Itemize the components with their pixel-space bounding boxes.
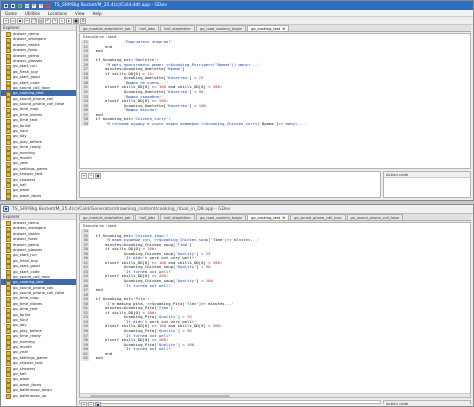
sidebar-item-go-bathhouse-up[interactable]: go_bathhouse_up [1, 393, 76, 400]
app-icon: ◆ [3, 206, 9, 212]
tab-label: go_cooking_test [251, 216, 281, 220]
title-bar[interactable]: ◆ ▪ ▸ ▭ ↶ ↷ × TS_SRP/Big Bucket/M_25.4(c… [1, 1, 473, 10]
image-icon[interactable]: ▣ [95, 173, 101, 179]
location-list: drawer_demo drawer_amalgam drawer_dashe dra… [1, 220, 76, 400]
menu-bar: Game Utilities Locations View Help [1, 10, 473, 17]
location-list: drawer_demo drawer_amalgam drawer_dashe dra… [1, 31, 76, 200]
window-title: TS_SRP/Big Bucket/M_25.4(c)/Cold/Generat… [12, 206, 231, 212]
window-title: TS_SRP/Big Bucket/M_25.4(c)/Cold.ddt.app… [54, 3, 167, 8]
tab-label: go_sound_phone_call_true [294, 216, 342, 220]
close-tab-icon[interactable]: ✖ [282, 216, 285, 220]
line-text: end [91, 287, 103, 293]
tab-label: go_road_cookery_begin [199, 216, 243, 220]
menu-view[interactable]: View [71, 11, 89, 16]
save-icon[interactable]: ▪ [10, 2, 16, 9]
horizontal-scrollbar[interactable] [80, 393, 470, 397]
undo-icon[interactable]: ↶ [31, 2, 37, 9]
tab-label: go_sound_phone_call_false [350, 216, 400, 220]
redo-icon[interactable]: ↷ [52, 17, 58, 24]
code-area[interactable]: 21 'Подсчитать энергия!' 22 end 23 end 24 25… [81, 40, 469, 167]
tab-label: hall_stepfather [164, 27, 191, 31]
app-icon: ◆ [3, 2, 9, 9]
tab-go-cooking-test[interactable]: go_cooking_test ✖ [247, 25, 290, 31]
tab-label: go_road_cookery_begin [199, 27, 243, 31]
explorer-panel: Explorer drawer_demo drawer_amalgam drawer… [1, 214, 77, 406]
close-icon[interactable]: × [45, 2, 51, 9]
editor-window-1: ◆ ▪ ▸ ▭ ↶ ↷ × TS_SRP/Big Bucket/M_25.4(c… [0, 0, 474, 201]
delete-action-icon[interactable]: − [88, 173, 94, 179]
line-text: end [91, 48, 103, 54]
new-file-icon[interactable]: + [3, 17, 9, 24]
line-text: 'Я готовлю курицу в соусе карри примерно… [105, 120, 307, 126]
sidebar-item-go-bathhouse-down[interactable]: go_bathhouse_down [1, 198, 76, 200]
action-code-title: Action code [384, 401, 470, 406]
tab-label: go_cooking_test [251, 27, 281, 31]
open-folder-icon[interactable]: ▭ [10, 17, 16, 24]
scrollbar-thumb[interactable] [90, 394, 230, 397]
add-action-icon[interactable]: + [81, 402, 87, 406]
tab-label: hall_jobs [139, 216, 156, 220]
toolbar: + ▭ ▪ ✂ ❐ ▤ ↶ ↷ ⌕ ▸ ■ ⚙ [1, 17, 473, 25]
tab-go-sound-phone-call-true[interactable]: go_sound_phone_call_true [290, 214, 346, 220]
action-code-title: Action code [384, 172, 470, 178]
title-bar[interactable]: ◆ TS_SRP/Big Bucket/M_25.4(c)/Cold/Gener… [1, 205, 473, 214]
menu-utilities[interactable]: Utilities [21, 11, 44, 16]
save-icon[interactable]: ▪ [17, 17, 23, 24]
play-icon[interactable]: ▸ [66, 17, 72, 24]
settings-icon[interactable]: ⚙ [80, 17, 86, 24]
tab-go-sound-phone-call-false[interactable]: go_sound_phone_call_false [346, 214, 404, 220]
tab-hall-jobs[interactable]: hall_jobs [135, 25, 160, 31]
tab-label: hall_stepfather [164, 216, 191, 220]
actions-panel: + − ▣ [79, 171, 381, 198]
code-area[interactable]: 34 35 if $cooking_ext='Chicken_soup': 36 '… [81, 229, 469, 396]
tab-go-module-stepfather-job[interactable]: go_module_stepfather_job [79, 214, 135, 220]
menu-game[interactable]: Game [1, 11, 21, 16]
close-tab-icon[interactable]: ✖ [282, 27, 285, 31]
explorer-panel: Explorer drawer_demo drawer_amalgam drawer… [1, 25, 77, 200]
line-number: 39 [81, 121, 89, 127]
menu-locations[interactable]: Locations [44, 11, 71, 16]
main-area: go_module_stepfather_job hall_jobs hall_st… [79, 25, 471, 198]
location-tabs: go_module_stepfather_job hall_jobs hall_st… [79, 25, 471, 32]
search-icon[interactable]: ⌕ [59, 17, 65, 24]
code-line[interactable]: 39 'Я готовлю курицу в соусе карри приме… [81, 120, 469, 127]
tab-label: hall_jobs [139, 27, 156, 31]
tab-go-cooking-test[interactable]: go_cooking_test ✖ [247, 214, 290, 220]
bottom-panels: + − ▣ Action code [79, 171, 471, 198]
paste-icon[interactable]: ▤ [38, 17, 44, 24]
undo-icon[interactable]: ↶ [45, 17, 51, 24]
main-area: go_module_stepfather_job hall_jobs hall_st… [79, 214, 471, 406]
tab-hall-jobs[interactable]: hall_jobs [135, 214, 160, 220]
action-code-panel[interactable]: Action code [383, 171, 471, 198]
redo-icon[interactable]: ↷ [38, 2, 44, 9]
add-action-icon[interactable]: + [81, 173, 87, 179]
line-number: 62 [81, 356, 89, 361]
location-tabs: go_module_stepfather_job hall_jobs hall_st… [79, 214, 471, 221]
tab-label: go_module_stepfather_job [83, 27, 131, 31]
action-code-panel[interactable]: Action code [383, 400, 471, 406]
bottom-panels: + − ▣ Action code [79, 400, 471, 406]
tab-label: go_module_stepfather_job [83, 216, 131, 220]
tab-hall-stepfather[interactable]: hall_stepfather [160, 25, 195, 31]
editor-window-2: ◆ TS_SRP/Big Bucket/M_25.4(c)/Cold/Gener… [0, 204, 474, 407]
code-editor[interactable]: Execute on : start 21 'Подсчитать энерги… [79, 33, 471, 169]
run-icon[interactable]: ▸ [17, 2, 23, 9]
tab-hall-stepfather[interactable]: hall_stepfather [160, 214, 195, 220]
tab-go-road-cookery-begin[interactable]: go_road_cookery_begin [195, 25, 247, 31]
image-icon[interactable]: ▣ [95, 402, 101, 406]
cut-icon[interactable]: ✂ [24, 17, 30, 24]
folder-icon[interactable]: ▭ [24, 2, 30, 9]
actions-panel: + − ▣ [79, 400, 381, 406]
code-line[interactable]: 62 end [81, 356, 469, 361]
code-editor[interactable]: Execute on : start 34 35 if $cooking_ext=… [79, 222, 471, 398]
menu-help[interactable]: Help [89, 11, 106, 16]
tab-go-module-stepfather-job[interactable]: go_module_stepfather_job [79, 25, 135, 31]
copy-icon[interactable]: ❐ [31, 17, 37, 24]
delete-action-icon[interactable]: − [88, 402, 94, 406]
line-text: end [91, 355, 103, 361]
tab-go-road-cookery-begin[interactable]: go_road_cookery_begin [195, 214, 247, 220]
stop-icon[interactable]: ■ [73, 17, 79, 24]
